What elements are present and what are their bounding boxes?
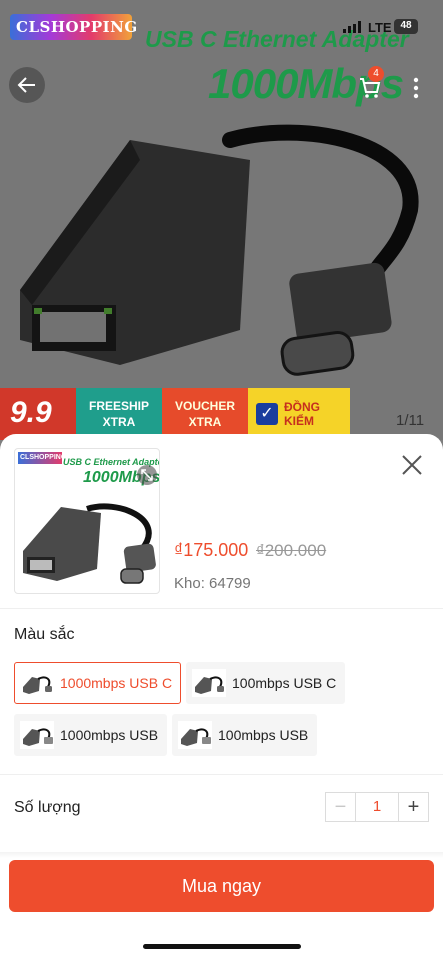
voucher-label: VOUCHER: [174, 399, 235, 413]
quantity-label: Số lượng: [14, 799, 81, 816]
quantity-increase-button[interactable]: +: [398, 793, 428, 821]
variant-label: 100mbps USB C: [232, 675, 337, 691]
check-icon: ✓: [256, 403, 278, 425]
buy-now-button[interactable]: Mua ngay: [9, 860, 434, 912]
home-indicator: [143, 944, 301, 949]
inspection-label-1: ĐỒNG: [284, 400, 320, 414]
promo-freeship: FREESHIP XTRA: [76, 388, 162, 440]
variant-thumbnail: [192, 669, 226, 697]
variant-label: 1000mbps USB C: [60, 675, 173, 691]
stock-count: Kho: 64799: [174, 575, 251, 592]
variant-thumbnail: [20, 721, 54, 749]
variant-sheet: CLSHOPPING USB C Ethernet Adapter 1000Mb…: [0, 434, 443, 960]
original-price: ₫200.000: [256, 541, 327, 560]
promo-banner: 9.9 FREESHIP XTRA VOUCHER XTRA ✓ ĐỒNG KI…: [0, 388, 350, 440]
image-counter: 1/11: [396, 412, 425, 429]
signal-icon: [343, 21, 361, 33]
voucher-xtra: XTRA: [188, 415, 222, 429]
cart-count-badge: 4: [368, 66, 384, 82]
divider: [0, 774, 443, 775]
quantity-input[interactable]: 1: [356, 793, 398, 821]
zoom-icon: [141, 469, 153, 481]
promo-inspection: ✓ ĐỒNG KIỂM: [248, 388, 350, 440]
freeship-xtra: XTRA: [102, 415, 136, 429]
variant-option-1000mbps-usb[interactable]: 1000mbps USB: [14, 714, 168, 756]
product-hero: CLSHOPPING USB C Ethernet Adapter 1000Mb…: [0, 0, 443, 440]
variant-label: 100mbps USB: [218, 727, 309, 743]
footer-divider: [0, 852, 443, 858]
more-button[interactable]: [398, 70, 434, 106]
selected-product-thumbnail[interactable]: CLSHOPPING USB C Ethernet Adapter 1000Mb…: [14, 448, 160, 594]
divider: [0, 608, 443, 609]
color-section-label: Màu sắc: [14, 626, 75, 643]
inspection-label-2: KIỂM: [284, 414, 314, 428]
more-icon: [413, 77, 419, 99]
variant-label: 1000mbps USB: [60, 727, 159, 743]
thumb-brand-logo: CLSHOPPING: [18, 452, 66, 464]
quantity-decrease-button[interactable]: −: [326, 793, 356, 821]
battery-icon: 48: [394, 19, 418, 34]
back-button[interactable]: [9, 67, 45, 103]
quantity-stepper: − 1 +: [325, 792, 429, 822]
close-button[interactable]: [398, 451, 426, 479]
variant-option-1000mbps-usb-c[interactable]: 1000mbps USB C: [14, 662, 182, 704]
current-price: ₫175.000: [174, 540, 249, 560]
variant-option-100mbps-usb-c[interactable]: 100mbps USB C: [186, 662, 346, 704]
brand-logo: CLSHOPPING: [10, 14, 137, 40]
variant-thumbnail: [178, 721, 212, 749]
freeship-label: FREESHIP: [88, 399, 149, 413]
close-icon: [402, 455, 422, 475]
thumb-product-image: [23, 503, 156, 584]
zoom-button[interactable]: [137, 465, 157, 485]
promo-voucher: VOUCHER XTRA: [162, 388, 248, 440]
variant-thumbnail: [20, 669, 54, 697]
back-arrow-icon: [17, 77, 35, 93]
promo-99: 9.9: [0, 388, 76, 440]
network-label: LTE: [368, 20, 392, 35]
variant-option-100mbps-usb[interactable]: 100mbps USB: [172, 714, 318, 756]
